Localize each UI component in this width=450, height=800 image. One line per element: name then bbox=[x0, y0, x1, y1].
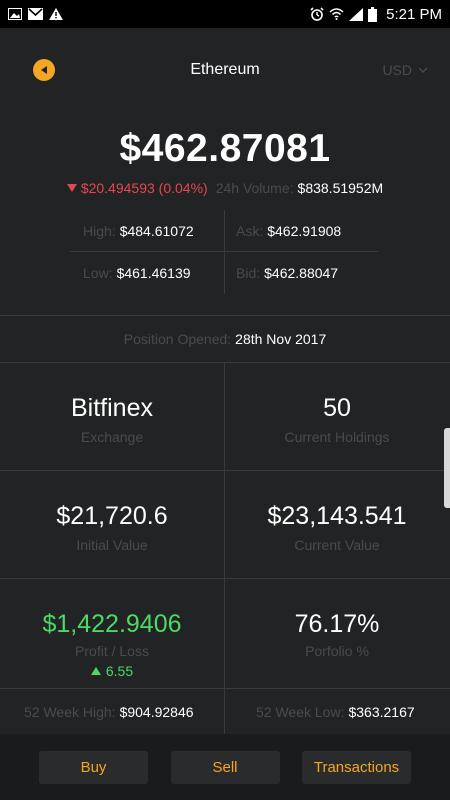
bid-value: $462.88047 bbox=[264, 265, 339, 281]
bid-label: Bid: bbox=[236, 265, 261, 281]
low-label: Low: bbox=[83, 265, 113, 281]
low-value: $461.46139 bbox=[116, 265, 191, 281]
down-arrow-icon bbox=[66, 184, 77, 192]
holdings-stat: 50 Current Holdings bbox=[225, 394, 449, 445]
profit-loss-label: Profit / Loss bbox=[75, 643, 149, 659]
exchange-label: Exchange bbox=[80, 429, 144, 445]
current-value: $23,143.541 bbox=[267, 502, 407, 530]
signal-icon bbox=[349, 7, 364, 21]
high-cell: High: $484.61072 bbox=[83, 223, 194, 239]
gallery-icon bbox=[8, 8, 22, 20]
week52-high: 52 Week High: $904.92846 bbox=[24, 690, 194, 734]
divider bbox=[0, 578, 450, 579]
action-bar: Buy Sell Transactions bbox=[0, 734, 450, 800]
week52-low-value: $363.2167 bbox=[348, 704, 415, 720]
ask-value: $462.91908 bbox=[267, 223, 342, 239]
profit-delta: 6.55 bbox=[90, 663, 134, 679]
position-opened-row: Position Opened: 28th Nov 2017 bbox=[0, 316, 450, 362]
price-change-value: $20.494593 (0.04%) bbox=[80, 180, 208, 196]
portfolio-label: Porfolio % bbox=[305, 643, 369, 659]
alarm-icon bbox=[310, 7, 324, 21]
holdings-value: 50 bbox=[323, 394, 351, 422]
status-time: 5:21 PM bbox=[386, 5, 442, 23]
gmail-icon bbox=[28, 8, 43, 20]
current-value-stat: $23,143.541 Current Value bbox=[225, 502, 449, 553]
week52-low: 52 Week Low: $363.2167 bbox=[256, 690, 415, 734]
current-value-label: Current Value bbox=[294, 537, 380, 553]
divider bbox=[224, 210, 225, 294]
ask-label: Ask: bbox=[236, 223, 264, 239]
wifi-icon bbox=[329, 8, 344, 20]
chevron-down-icon bbox=[418, 67, 428, 73]
high-value: $484.61072 bbox=[119, 223, 194, 239]
buy-button[interactable]: Buy bbox=[39, 750, 148, 784]
currency-label: USD bbox=[382, 62, 412, 78]
initial-value: $21,720.6 bbox=[56, 502, 168, 530]
header: Ethereum USD bbox=[0, 50, 450, 90]
side-drawer-handle[interactable] bbox=[444, 428, 450, 508]
initial-value-stat: $21,720.6 Initial Value bbox=[0, 502, 224, 553]
volume-value: $838.51952M bbox=[297, 180, 384, 196]
bid-cell: Bid: $462.88047 bbox=[236, 265, 338, 281]
volume-label: 24h Volume: bbox=[215, 180, 294, 196]
divider bbox=[70, 251, 378, 252]
ask-cell: Ask: $462.91908 bbox=[236, 223, 341, 239]
price-change: $20.494593 (0.04%) bbox=[66, 180, 208, 196]
divider bbox=[0, 688, 450, 689]
position-opened-label: Position Opened: bbox=[123, 331, 232, 347]
currency-selector[interactable]: USD bbox=[382, 62, 428, 78]
profit-loss-stat: $1,422.9406 Profit / Loss 6.55 bbox=[0, 610, 224, 679]
exchange-value: Bitfinex bbox=[71, 394, 153, 422]
quote-grid: High: $484.61072 Ask: $462.91908 Low: $4… bbox=[70, 210, 378, 294]
stats-grid: Bitfinex Exchange 50 Current Holdings $2… bbox=[0, 362, 450, 734]
high-label: High: bbox=[83, 223, 116, 239]
position-opened-date: 28th Nov 2017 bbox=[235, 331, 327, 347]
week52-low-label: 52 Week Low: bbox=[256, 704, 345, 720]
sell-button[interactable]: Sell bbox=[170, 750, 280, 784]
current-price: $462.87081 bbox=[119, 127, 331, 170]
divider bbox=[0, 470, 450, 471]
transactions-button[interactable]: Transactions bbox=[302, 750, 411, 784]
battery-icon bbox=[368, 6, 378, 22]
holdings-label: Current Holdings bbox=[284, 429, 390, 445]
profit-delta-value: 6.55 bbox=[105, 663, 134, 679]
week52-high-value: $904.92846 bbox=[119, 704, 194, 720]
low-cell: Low: $461.46139 bbox=[83, 265, 191, 281]
price-change-row: $20.494593 (0.04%) 24h Volume: $838.5195… bbox=[0, 180, 450, 196]
exchange-stat: Bitfinex Exchange bbox=[0, 394, 224, 445]
week52-high-label: 52 Week High: bbox=[24, 704, 116, 720]
status-bar: 5:21 PM bbox=[0, 0, 450, 28]
profit-loss-value: $1,422.9406 bbox=[42, 610, 182, 638]
portfolio-value: 76.17% bbox=[294, 610, 380, 638]
warning-icon bbox=[49, 8, 63, 20]
initial-value-label: Initial Value bbox=[76, 537, 148, 553]
portfolio-stat: 76.17% Porfolio % bbox=[225, 610, 449, 659]
up-arrow-icon bbox=[90, 667, 101, 675]
